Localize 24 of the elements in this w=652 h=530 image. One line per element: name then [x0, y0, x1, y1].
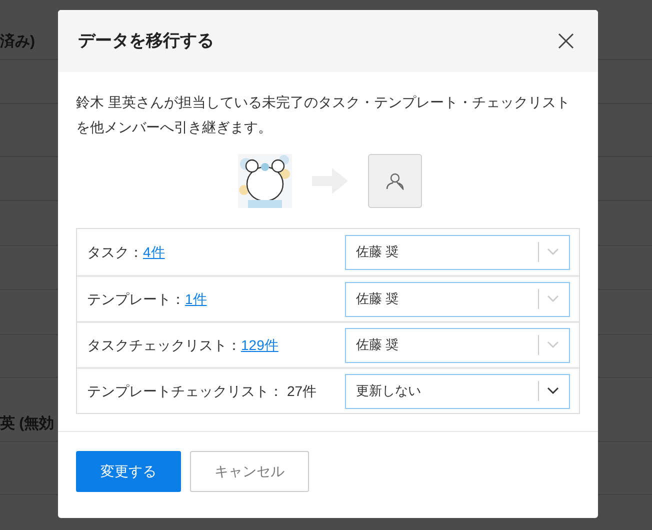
user-icon	[386, 172, 404, 190]
count-link[interactable]: 4件	[143, 242, 165, 262]
count-text: 27件	[287, 382, 317, 400]
count-link[interactable]: 1件	[185, 288, 207, 310]
assignee-select[interactable]: 佐藤 奨	[345, 282, 570, 316]
row-label: テンプレートチェックリスト：	[87, 382, 283, 400]
dialog-title: データを移行する	[78, 30, 214, 52]
close-icon[interactable]	[558, 33, 574, 49]
chevron-down-icon	[547, 341, 559, 349]
assignee-select[interactable]: 佐藤 奨	[345, 234, 570, 270]
count-link[interactable]: 129件	[241, 334, 278, 356]
chevron-down-icon	[547, 387, 559, 395]
submit-button[interactable]: 変更する	[76, 451, 181, 492]
row-label: テンプレート：	[87, 290, 185, 308]
description-text: 鈴木 里英さんが担当している未完了のタスク・テンプレート・チェックリストを他メンバーへ引き継ぎます。	[76, 93, 571, 137]
table-cell-text: 英 (無効	[0, 414, 54, 434]
assignee-select[interactable]: 更新しない	[345, 374, 570, 408]
table-cell-text: 済み)	[0, 32, 35, 52]
assignee-select[interactable]: 佐藤 奨	[345, 328, 570, 362]
cancel-button[interactable]: キャンセル	[190, 451, 309, 492]
chevron-down-icon	[547, 248, 559, 256]
row-label: タスク：	[87, 242, 143, 262]
chevron-down-icon	[547, 295, 559, 303]
row-label: タスクチェックリスト：	[87, 336, 241, 354]
